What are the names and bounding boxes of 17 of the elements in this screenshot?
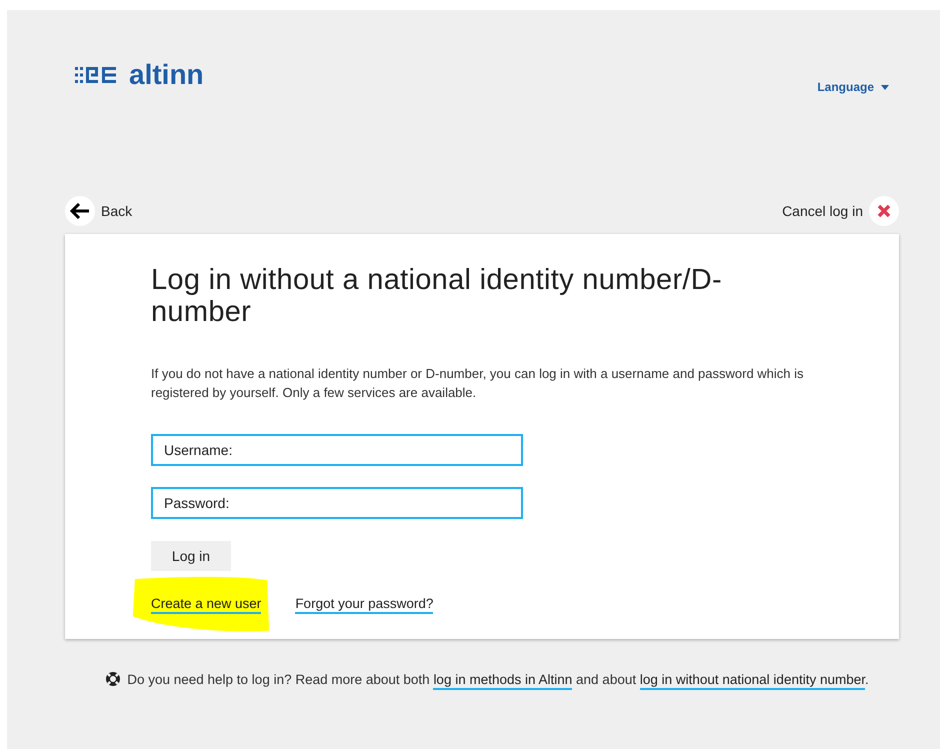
cancel-login-button[interactable]: Cancel log in <box>782 196 899 226</box>
language-menu[interactable]: Language <box>817 80 889 94</box>
help-text: Do you need help to log in? Read more about both log in methods in Altinn and about log in without national identity number. <box>127 672 869 686</box>
page-title: Log in without a national identity number/D-number <box>151 264 723 328</box>
arrow-left-icon <box>70 203 90 219</box>
lifebuoy-icon <box>105 671 122 687</box>
link[interactable]: log in methods in Altinn <box>433 672 572 690</box>
login-button[interactable]: Log in <box>151 541 231 571</box>
logo-text: altinn <box>129 62 204 88</box>
link[interactable]: log in without national identity number <box>640 672 865 690</box>
password-field[interactable]: Password: <box>151 487 523 519</box>
link[interactable]: Forgot your password? <box>295 596 434 614</box>
username-field[interactable]: Username: <box>151 434 523 466</box>
caret-icon <box>881 84 889 90</box>
close-icon <box>877 204 891 218</box>
intro-text: If you do not have a national identity number or D-number, you can log in with a username and password which is registered by yourself. Only a few services are available. <box>151 365 805 402</box>
back-button[interactable]: Back <box>65 196 132 226</box>
